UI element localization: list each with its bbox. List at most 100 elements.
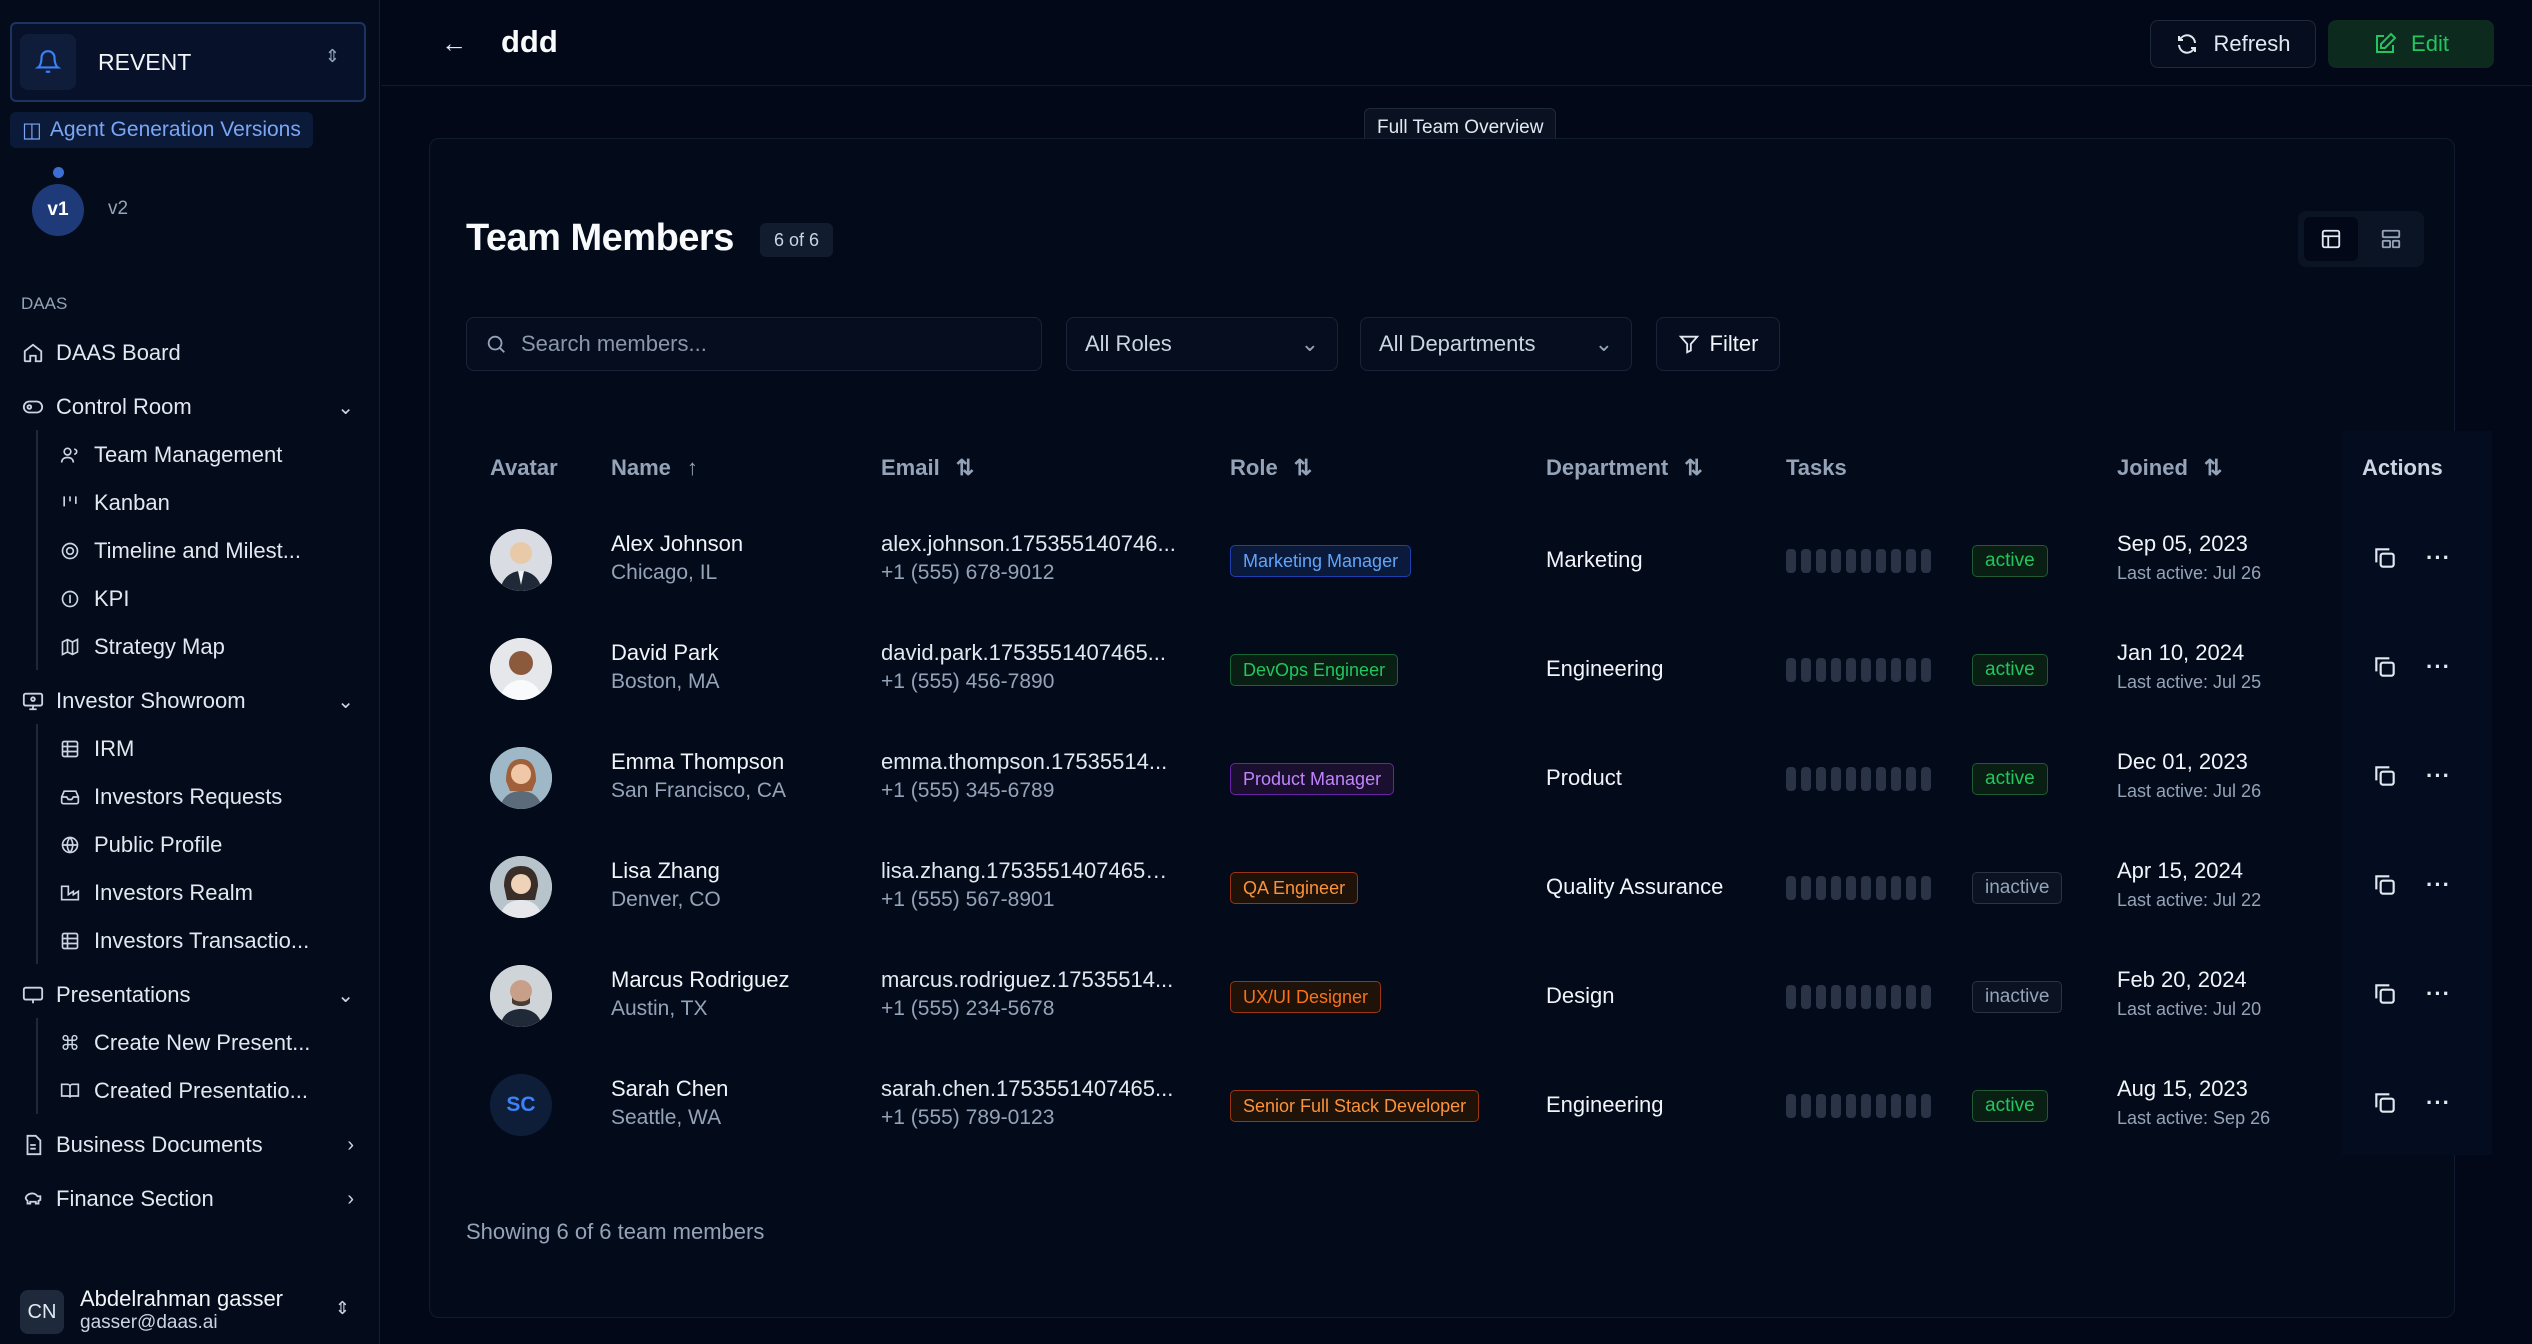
- sidebar-item-team-management[interactable]: Team Management: [0, 432, 380, 478]
- grid-icon: [57, 736, 83, 762]
- document-icon: [20, 1132, 46, 1158]
- factory-icon: [57, 880, 83, 906]
- member-department: Quality Assurance: [1546, 874, 1724, 899]
- sidebar-item-control-room[interactable]: Control Room ⌄: [0, 384, 380, 430]
- edit-icon: [2376, 32, 2397, 53]
- sidebar-item-label: Business Documents: [56, 1132, 263, 1157]
- sidebar-item-kpi[interactable]: KPI: [0, 576, 380, 622]
- sidebar-item-kanban[interactable]: Kanban: [0, 480, 380, 526]
- count-badge: 6 of 6: [760, 223, 834, 257]
- sidebar-item-investors-realm[interactable]: Investors Realm: [0, 870, 380, 916]
- roles-select-value: All Roles: [1085, 331, 1172, 356]
- more-options-icon[interactable]: ···: [2426, 654, 2451, 680]
- col-department[interactable]: Department ⇅: [1546, 455, 1703, 481]
- roles-select[interactable]: All Roles ⌄: [1066, 317, 1338, 371]
- member-email[interactable]: david.park.1753551407465...: [881, 640, 1181, 666]
- sidebar-item-investors-requests[interactable]: Investors Requests: [0, 774, 380, 820]
- grid-view-button[interactable]: [2364, 217, 2418, 261]
- copy-icon[interactable]: [2372, 1090, 2398, 1121]
- version-v2-button[interactable]: v2: [108, 198, 128, 220]
- sort-icon: ⇅: [1293, 455, 1313, 480]
- sidebar-item-daas-board[interactable]: DAAS Board: [0, 330, 380, 376]
- col-role[interactable]: Role ⇅: [1230, 455, 1312, 481]
- col-email[interactable]: Email ⇅: [881, 455, 974, 481]
- more-options-icon[interactable]: ···: [2426, 763, 2451, 789]
- edit-button[interactable]: Edit: [2328, 20, 2494, 68]
- sidebar-item-created-presentations[interactable]: Created Presentatio...: [0, 1068, 380, 1114]
- more-options-icon[interactable]: ···: [2426, 545, 2451, 571]
- departments-select[interactable]: All Departments ⌄: [1360, 317, 1632, 371]
- role-badge: UX/UI Designer: [1230, 981, 1382, 1013]
- workspace-switcher[interactable]: REVENT ⇕: [10, 22, 366, 102]
- member-department: Design: [1546, 983, 1615, 1008]
- presentation-icon: [20, 982, 46, 1008]
- avatar: [490, 747, 552, 809]
- more-options-icon[interactable]: ···: [2426, 981, 2451, 1007]
- joined-date: Apr 15, 2024: [2117, 858, 2243, 883]
- sidebar-item-investor-showroom[interactable]: Investor Showroom ⌄: [0, 678, 380, 724]
- sidebar-item-timeline[interactable]: Timeline and Milest...: [0, 528, 380, 574]
- col-avatar-label: Avatar: [490, 455, 558, 480]
- joined-date: Feb 20, 2024: [2117, 967, 2247, 992]
- sidebar-item-presentations[interactable]: Presentations ⌄: [0, 972, 380, 1018]
- member-email[interactable]: alex.johnson.175355140746...: [881, 531, 1181, 557]
- chevron-right-icon: ›: [347, 1187, 354, 1210]
- copy-icon[interactable]: [2372, 763, 2398, 794]
- copy-icon[interactable]: [2372, 545, 2398, 576]
- col-name[interactable]: Name ↑: [611, 455, 698, 481]
- sort-icon: ⇅: [2203, 455, 2223, 480]
- last-active: Last active: Sep 26: [2117, 1108, 2271, 1128]
- refresh-button[interactable]: Refresh: [2150, 20, 2316, 68]
- col-joined[interactable]: Joined ⇅: [2117, 455, 2222, 481]
- table-view-button[interactable]: [2304, 217, 2358, 261]
- search-box[interactable]: [466, 317, 1042, 371]
- status-badge: inactive: [1972, 981, 2063, 1013]
- member-location: Austin, TX: [611, 997, 708, 1020]
- agent-versions-text: Agent Generation Versions: [49, 118, 301, 141]
- copy-icon[interactable]: [2372, 981, 2398, 1012]
- member-name: David Park: [611, 640, 719, 665]
- chevron-down-icon: ⌄: [1300, 331, 1319, 356]
- col-department-label: Department: [1546, 455, 1669, 480]
- more-options-icon[interactable]: ···: [2426, 1090, 2451, 1116]
- member-email[interactable]: marcus.rodriguez.17535514...: [881, 967, 1181, 993]
- back-arrow-icon[interactable]: ←: [441, 28, 467, 59]
- sidebar-item-strategy-map[interactable]: Strategy Map: [0, 624, 380, 670]
- sidebar-item-label: Created Presentatio...: [94, 1078, 309, 1103]
- search-input[interactable]: [521, 331, 1021, 357]
- copy-icon[interactable]: [2372, 654, 2398, 685]
- table-icon: [57, 928, 83, 954]
- table-row: Emma Thompson San Francisco, CA emma.tho…: [466, 723, 2454, 832]
- sidebar-item-create-presentation[interactable]: ⌘ Create New Present...: [0, 1020, 380, 1066]
- edit-label: Edit: [2411, 31, 2449, 56]
- member-email[interactable]: sarah.chen.1753551407465...: [881, 1076, 1181, 1102]
- filter-label: Filter: [1709, 331, 1759, 356]
- results-summary: Showing 6 of 6 team members: [466, 1219, 765, 1244]
- sidebar: REVENT ⇕ ◫ Agent Generation Versions v1 …: [0, 0, 380, 1344]
- user-email: gasser@daas.ai: [80, 1312, 218, 1333]
- versions-icon: ◫: [22, 118, 42, 142]
- sidebar-item-business-documents[interactable]: Business Documents ›: [0, 1122, 380, 1168]
- member-phone: +1 (555) 234-5678: [881, 997, 1055, 1020]
- sidebar-item-finance-section[interactable]: Finance Section ›: [0, 1176, 380, 1222]
- sidebar-item-label: IRM: [94, 736, 135, 761]
- user-menu[interactable]: CN Abdelrahman gasser gasser@daas.ai ⇕: [14, 1286, 370, 1338]
- sidebar-item-investors-transactions[interactable]: Investors Transactio...: [0, 918, 380, 964]
- sidebar-item-irm[interactable]: IRM: [0, 726, 380, 772]
- version-v1-button[interactable]: v1: [32, 184, 84, 236]
- member-email[interactable]: emma.thompson.17535514...: [881, 749, 1181, 775]
- sidebar-item-public-profile[interactable]: Public Profile: [0, 822, 380, 868]
- sort-asc-icon: ↑: [686, 455, 698, 480]
- filter-button[interactable]: Filter: [1656, 317, 1780, 371]
- section-label-daas: DAAS: [21, 294, 68, 313]
- member-email[interactable]: lisa.zhang.1753551407465@...: [881, 858, 1181, 884]
- joined-date: Dec 01, 2023: [2117, 749, 2248, 774]
- member-phone: +1 (555) 789-0123: [881, 1106, 1055, 1129]
- agent-versions-label[interactable]: ◫ Agent Generation Versions: [10, 112, 313, 148]
- more-options-icon[interactable]: ···: [2426, 872, 2451, 898]
- copy-icon[interactable]: [2372, 872, 2398, 903]
- joined-date: Jan 10, 2024: [2117, 640, 2245, 665]
- chevron-updown-icon: ⇕: [324, 46, 340, 66]
- avatar: [490, 856, 552, 918]
- kpi-icon: [57, 586, 83, 612]
